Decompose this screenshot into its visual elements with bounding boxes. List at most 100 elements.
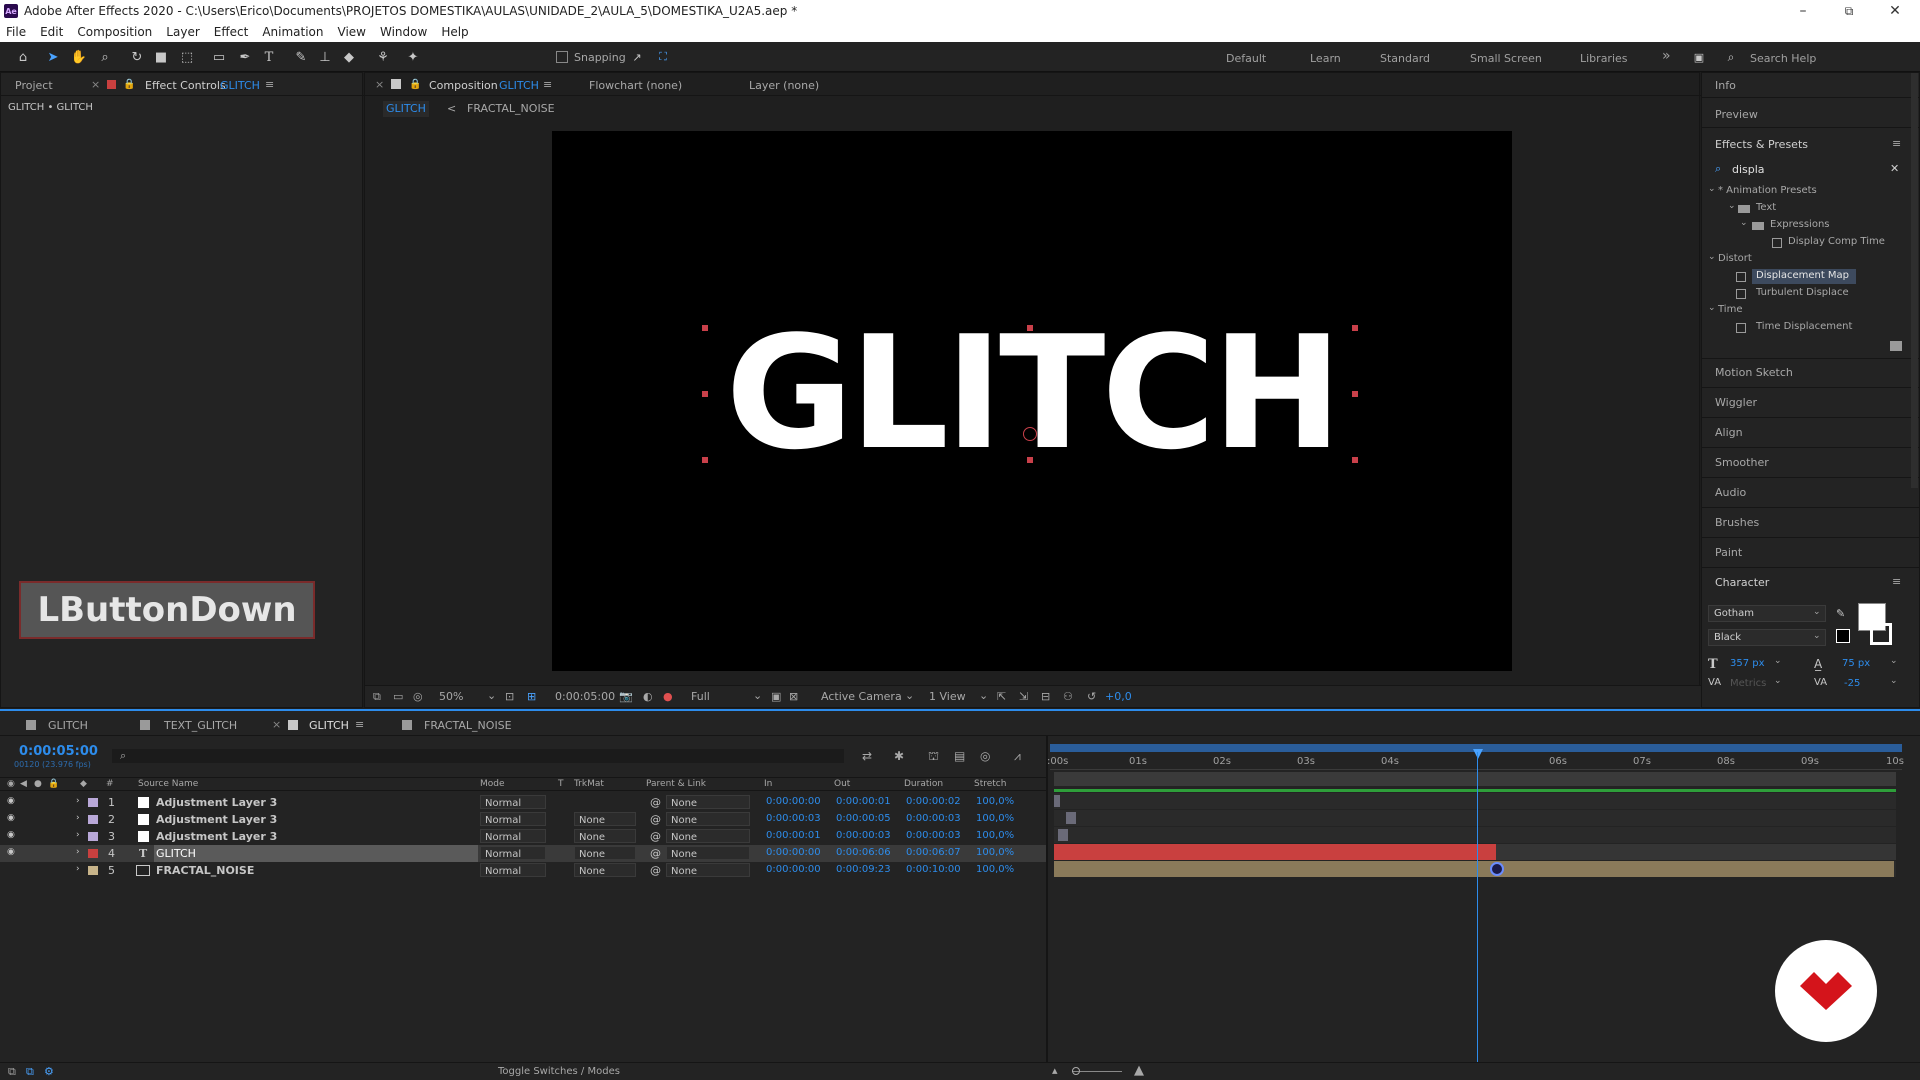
roto-brush-tool-icon[interactable]: ⚘ (374, 48, 392, 66)
layer-out[interactable]: 0:00:00:05 (836, 813, 891, 824)
chevron-down-icon[interactable]: ⌄ (1728, 201, 1736, 211)
panel-lock-icon[interactable]: 🔒 (123, 79, 135, 90)
chevron-down-icon[interactable]: ⌄ (1890, 656, 1898, 666)
pen-tool-icon[interactable]: ✒ (236, 48, 254, 66)
menu-help[interactable]: Help (441, 25, 468, 39)
track-row[interactable] (1054, 810, 1896, 826)
trkmat-select[interactable]: None (574, 812, 636, 826)
parent-pickwhip-icon[interactable]: @ (650, 864, 661, 877)
bbox-handle[interactable] (1352, 457, 1358, 463)
tree-item[interactable]: Time (1718, 304, 1742, 315)
motion-sketch-header[interactable]: Motion Sketch (1715, 366, 1793, 379)
anchor-point-icon[interactable] (1023, 427, 1037, 441)
zoom-select[interactable]: 50% (439, 690, 463, 703)
effects-presets-header[interactable]: Effects & Presets (1715, 138, 1808, 151)
tree-item[interactable]: * Animation Presets (1718, 185, 1817, 196)
layer-duration[interactable]: 0:00:00:02 (906, 796, 961, 807)
col-duration[interactable]: Duration (904, 779, 943, 789)
timeline-tab-text-glitch[interactable]: TEXT_GLITCH (164, 719, 237, 732)
playhead-handle[interactable] (1473, 749, 1483, 759)
comp-timecode[interactable]: 0:00:05:00 (555, 690, 615, 703)
layer-switches-icon[interactable]: ⧉ (8, 1065, 16, 1079)
wiggler-header[interactable]: Wiggler (1715, 396, 1757, 409)
eraser-tool-icon[interactable]: ◆ (340, 48, 358, 66)
font-style-select[interactable]: Black ⌄ (1708, 629, 1826, 646)
layer-name[interactable]: FRACTAL_NOISE (156, 864, 254, 877)
flowchart-icon[interactable]: ⚇ (1063, 690, 1073, 703)
col-t[interactable]: T (558, 779, 564, 789)
workspace-default[interactable]: Default (1226, 52, 1266, 65)
layer-in[interactable]: 0:00:00:01 (766, 830, 821, 841)
bbox-handle[interactable] (702, 457, 708, 463)
parent-pickwhip-icon[interactable]: @ (650, 847, 661, 860)
table-row[interactable]: › 5 FRACTAL_NOISE Normal None @ None 0:0… (0, 862, 1046, 879)
menu-effect[interactable]: Effect (214, 25, 249, 39)
table-row[interactable]: ◉ › 3 Adjustment Layer 3 Normal None @ N… (0, 828, 1046, 845)
brush-tool-icon[interactable]: ✎ (292, 48, 310, 66)
trkmat-select[interactable]: None (574, 846, 636, 860)
col-trkmat[interactable]: TrkMat (574, 779, 604, 789)
layer-bar-glitch[interactable] (1054, 844, 1496, 860)
show-snapshot-icon[interactable]: ◐ (643, 690, 653, 703)
character-header[interactable]: Character (1715, 576, 1769, 589)
bbox-handle[interactable] (1352, 325, 1358, 331)
effects-search-input[interactable]: displa (1732, 163, 1765, 176)
fit-icon[interactable]: ⊡ (505, 690, 514, 703)
stroke-color-swatch[interactable] (1870, 623, 1892, 645)
layer-name[interactable]: Adjustment Layer 3 (156, 830, 277, 843)
chevron-down-icon[interactable]: ⌄ (1708, 252, 1716, 262)
tree-item[interactable]: Distort (1718, 253, 1752, 264)
eye-icon[interactable]: ◉ (7, 847, 15, 857)
paint-header[interactable]: Paint (1715, 546, 1742, 559)
chevron-right-icon[interactable]: › (76, 813, 80, 823)
mask-visibility-icon[interactable]: ◎ (413, 690, 423, 703)
layer-duration[interactable]: 0:00:10:00 (906, 864, 961, 875)
zoom-tool-icon[interactable]: ⌕ (96, 48, 114, 66)
chevron-down-icon[interactable]: ⌄ (1774, 676, 1782, 686)
draft-3d-icon[interactable]: ✱ (894, 749, 904, 763)
resolution-select[interactable]: Full (691, 690, 710, 703)
layer-name[interactable]: GLITCH (156, 847, 196, 860)
tree-item[interactable]: Turbulent Displace (1756, 287, 1849, 298)
info-panel-header[interactable]: Info (1715, 79, 1736, 92)
leading-value[interactable]: 75 px (1842, 658, 1870, 669)
bbox-handle[interactable] (1352, 391, 1358, 397)
eye-icon[interactable]: ◉ (7, 796, 15, 806)
clear-search-icon[interactable]: ✕ (1890, 162, 1899, 175)
layer-out[interactable]: 0:00:00:03 (836, 830, 891, 841)
mode-select[interactable]: Normal (480, 795, 546, 809)
exposure-value[interactable]: +0,0 (1105, 690, 1132, 703)
smoother-header[interactable]: Smoother (1715, 456, 1769, 469)
shy-layers-icon[interactable]: ⛫ (928, 749, 939, 765)
layer-out[interactable]: 0:00:06:06 (836, 847, 891, 858)
comp-canvas[interactable]: GLITCH (552, 131, 1512, 671)
col-in[interactable]: In (764, 779, 772, 789)
menu-layer[interactable]: Layer (166, 25, 199, 39)
kerning-value[interactable]: Metrics (1730, 678, 1766, 689)
chevron-down-icon[interactable]: ⌄ (1774, 656, 1782, 666)
clone-stamp-tool-icon[interactable]: ⊥ (316, 48, 334, 66)
layer-out[interactable]: 0:00:00:01 (836, 796, 891, 807)
bbox-handle[interactable] (702, 325, 708, 331)
eye-icon[interactable]: ◉ (7, 830, 15, 840)
chevron-down-icon[interactable]: ⌄ (1708, 184, 1716, 194)
graph-editor-icon[interactable]: ⩘ (1014, 749, 1021, 764)
puppet-tool-icon[interactable]: ✦ (404, 48, 422, 66)
layer-stretch[interactable]: 100,0% (976, 796, 1014, 807)
parent-pickwhip-icon[interactable]: @ (650, 813, 661, 826)
col-parent[interactable]: Parent & Link (646, 779, 706, 789)
frame-blending-icon[interactable]: ▤ (954, 749, 965, 763)
menu-view[interactable]: View (338, 25, 366, 39)
chevron-right-icon[interactable]: › (76, 796, 80, 806)
col-out[interactable]: Out (834, 779, 850, 789)
layer-bar-adjustment[interactable] (1054, 795, 1060, 807)
comp-lock-icon[interactable]: 🔒 (409, 79, 421, 90)
views-select[interactable]: 1 View (929, 690, 966, 703)
parent-pickwhip-icon[interactable]: @ (650, 796, 661, 809)
right-panel-scrollbar[interactable] (1911, 73, 1918, 488)
track-row[interactable] (1054, 827, 1896, 843)
panel-menu-icon[interactable]: ≡ (265, 78, 274, 91)
tab-layer[interactable]: Layer (none) (749, 79, 819, 92)
menu-animation[interactable]: Animation (262, 25, 323, 39)
label-swatch[interactable] (88, 798, 98, 807)
